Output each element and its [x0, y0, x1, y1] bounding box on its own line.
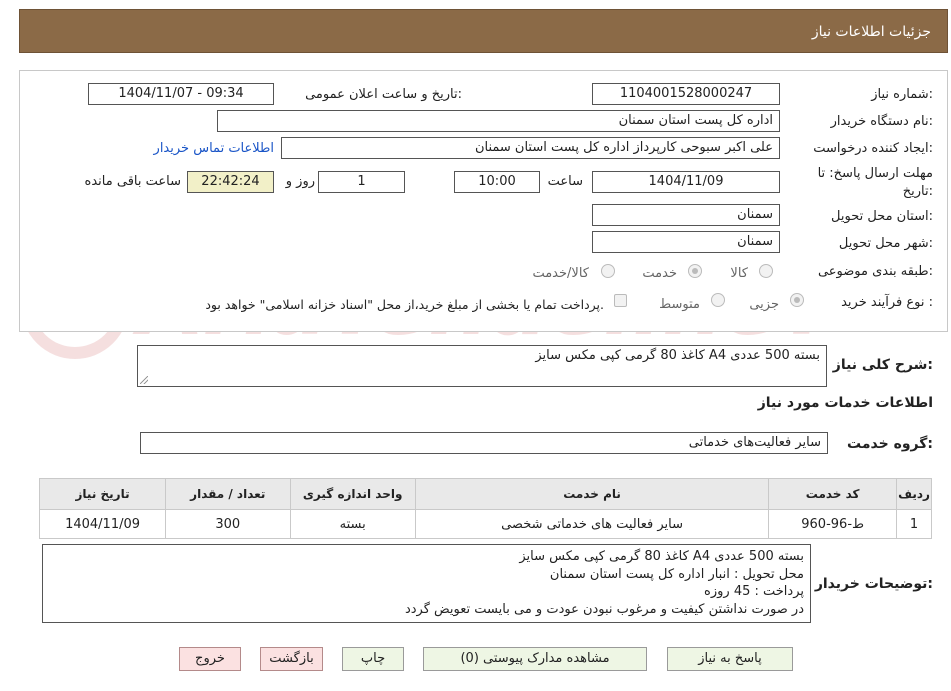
- process-medium-radio[interactable]: [711, 293, 725, 307]
- city-field: سمنان: [592, 231, 780, 253]
- reply-button[interactable]: پاسخ به نیاز: [667, 647, 793, 671]
- days-remaining-field: 1: [318, 171, 405, 193]
- page-title: جزئیات اطلاعات نیاز: [811, 24, 931, 40]
- cell-quantity: 300: [165, 509, 291, 539]
- cell-row: 1: [896, 509, 932, 539]
- days-label: روز و: [285, 174, 315, 189]
- col-row: ردیف: [896, 478, 932, 510]
- description-text: کاغذ 80 گرمی کپی مکس سایز A4 بسته 500 عد…: [535, 348, 820, 363]
- category-goods-radio[interactable]: [759, 264, 773, 278]
- category-goods-service-radio[interactable]: [601, 264, 615, 278]
- exit-button[interactable]: خروج: [179, 647, 241, 671]
- announce-label: تاریخ و ساعت اعلان عمومی:: [305, 87, 462, 102]
- description-label: شرح کلی نیاز:: [832, 357, 933, 373]
- process-minor-radio[interactable]: [790, 293, 804, 307]
- buyer-notes-line: محل تحویل : انبار اداره کل پست استان سمن…: [549, 566, 804, 582]
- buyer-org-label: نام دستگاه خریدار:: [830, 114, 933, 129]
- col-need-date: تاریخ نیاز: [38, 478, 167, 510]
- cell-need-date: 1404/11/09: [38, 509, 167, 539]
- treasury-note: پرداخت تمام یا بخشی از مبلغ خرید،از محل …: [205, 297, 604, 312]
- buyer-notes-label: توضیحات خریدار:: [814, 576, 933, 592]
- remaining-time-field: 22:42:24: [187, 171, 274, 193]
- table-header-row: تاریخ نیاز تعداد / مقدار واحد اندازه گیر…: [38, 478, 932, 510]
- category-service-radio[interactable]: [688, 264, 702, 278]
- service-group-field: سایر فعالیت‌های خدماتی: [140, 432, 828, 454]
- need-number-field: 1104001528000247: [592, 83, 780, 105]
- deadline-time-field: 10:00: [454, 171, 540, 193]
- services-section-title: اطلاعات خدمات مورد نیاز: [757, 395, 933, 411]
- description-textarea[interactable]: کاغذ 80 گرمی کپی مکس سایز A4 بسته 500 عد…: [137, 345, 827, 387]
- col-quantity: تعداد / مقدار: [165, 478, 291, 510]
- col-service-code: کد خدمت: [768, 478, 898, 510]
- deadline-label: مهلت ارسال پاسخ: تا: [817, 166, 933, 181]
- buyer-contact-link[interactable]: اطلاعات تماس خریدار: [154, 141, 274, 156]
- hour-label: ساعت: [547, 174, 583, 189]
- deadline-label-date: تاریخ:: [902, 184, 933, 199]
- announce-datetime-field: 1404/11/07 - 09:34: [88, 83, 274, 105]
- process-medium-label: متوسط: [659, 297, 700, 312]
- category-label: طبقه بندی موضوعی:: [817, 264, 933, 279]
- process-label: نوع فرآیند خرید :: [841, 295, 933, 310]
- table-row[interactable]: 1404/11/09 300 بسته سایر فعالیت های خدما…: [38, 509, 932, 539]
- services-table: تاریخ نیاز تعداد / مقدار واحد اندازه گیر…: [38, 478, 932, 539]
- treasury-checkbox[interactable]: [614, 294, 627, 307]
- cell-unit: بسته: [289, 509, 416, 539]
- col-service-name: نام خدمت: [414, 478, 770, 510]
- province-label: استان محل تحویل:: [831, 209, 933, 224]
- buyer-notes-line: کاغذ 80 گرمی کپی مکس سایز A4 بسته 500 عد…: [519, 549, 804, 564]
- category-service-label: خدمت: [642, 266, 677, 281]
- category-goods-label: کالا: [730, 266, 748, 281]
- need-number-label: شماره نیاز:: [871, 87, 933, 102]
- cell-service-name: سایر فعالیت های خدماتی شخصی: [414, 509, 770, 539]
- col-unit: واحد اندازه گیری: [289, 478, 416, 510]
- category-goods-service-label: کالا/خدمت: [532, 266, 589, 281]
- process-minor-label: جزیی: [749, 297, 779, 312]
- province-field: سمنان: [592, 204, 780, 226]
- buyer-org-field: اداره کل پست استان سمنان: [217, 110, 780, 132]
- attachments-button[interactable]: مشاهده مدارک پیوستی (0): [423, 647, 647, 671]
- city-label: شهر محل تحویل:: [838, 236, 933, 251]
- buyer-notes-textarea[interactable]: کاغذ 80 گرمی کپی مکس سایز A4 بسته 500 عد…: [42, 544, 811, 623]
- creator-label: ایجاد کننده درخواست:: [813, 141, 933, 156]
- creator-field: علی اکبر سبوحی کارپرداز اداره کل پست است…: [281, 137, 780, 159]
- back-button[interactable]: بازگشت: [260, 647, 323, 671]
- service-group-label: گروه خدمت:: [847, 436, 933, 452]
- print-button[interactable]: چاپ: [342, 647, 404, 671]
- page-header: جزئیات اطلاعات نیاز: [19, 9, 948, 53]
- buyer-notes-line: در صورت نداشتن کیفیت و مرغوب نبودن عودت …: [404, 601, 804, 617]
- resize-grip-icon[interactable]: [140, 376, 148, 384]
- cell-service-code: ط-96-960: [768, 509, 898, 539]
- remaining-label: ساعت باقی مانده: [84, 174, 181, 189]
- deadline-date-field: 1404/11/09: [592, 171, 780, 193]
- buyer-notes-line: پرداخت : 45 روزه: [704, 584, 804, 599]
